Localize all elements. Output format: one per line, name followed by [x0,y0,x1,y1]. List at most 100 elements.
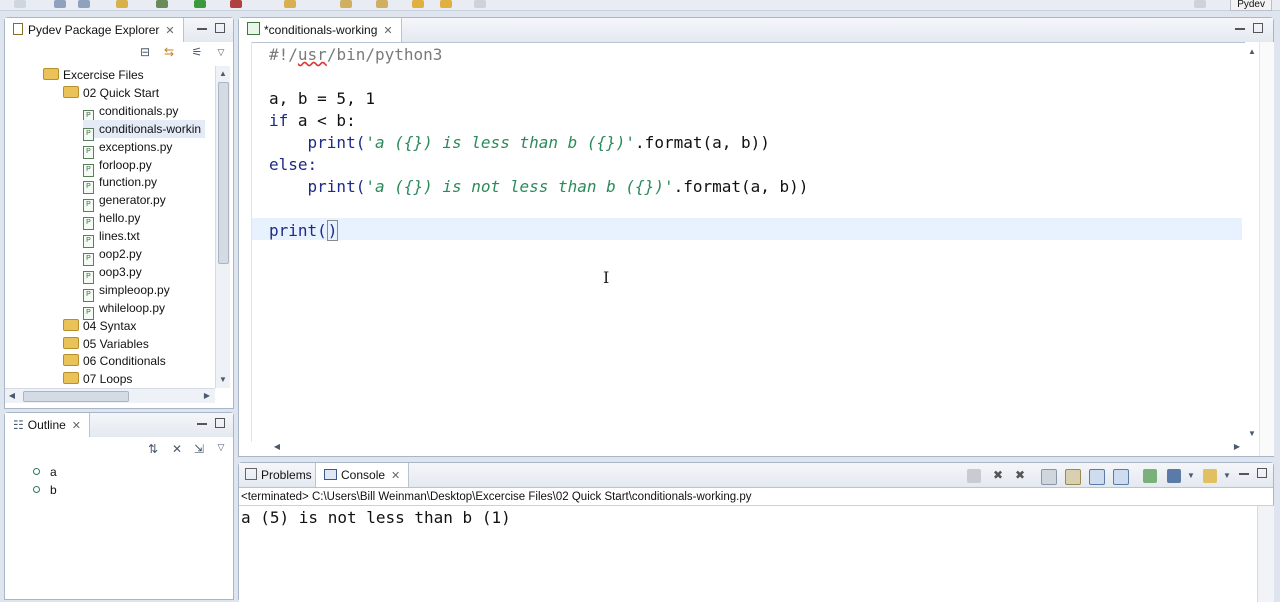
pin-console-icon[interactable] [1143,469,1157,483]
close-icon[interactable]: ✕ [165,25,174,37]
maximize-icon[interactable] [1253,23,1263,33]
link-with-editor-icon[interactable]: ⇆ [163,46,175,58]
minimize-icon[interactable] [1239,471,1249,475]
remove-all-terminated-icon[interactable]: ✖ [1013,469,1027,483]
scroll-left-icon[interactable]: ◀ [6,390,18,402]
editor-vertical-scrollbar[interactable]: ▲ ▼ [1245,42,1259,442]
tree-item-label: oop3.py [99,264,142,279]
scroll-up-icon[interactable]: ▲ [217,68,229,80]
folder-icon [63,336,79,349]
tab-problems[interactable]: Problems [239,463,320,487]
scroll-down-icon[interactable]: ▼ [1246,428,1258,440]
display-console-icon[interactable] [1167,469,1181,483]
outline-item[interactable]: a [33,463,57,481]
next-annotation-icon[interactable] [340,0,352,8]
tree-item-label: exceptions.py [99,139,173,154]
console-output[interactable]: a (5) is not less than b (1) [239,505,1257,602]
tree-folder[interactable]: 06 Conditionals [63,352,170,370]
outline-icon: ☷ [13,418,24,432]
tree-file[interactable]: Pforloop.py [83,156,156,177]
code-if-condition: a < b: [288,111,356,130]
maximize-icon[interactable] [215,418,225,428]
collapse-all-icon[interactable]: ⊟ [139,46,151,58]
chevron-down-icon[interactable]: ▼ [1185,470,1197,482]
close-icon[interactable]: ✕ [72,420,81,432]
tree-item-label: 05 Variables [83,336,149,351]
explorer-hscroll-thumb[interactable] [23,391,129,402]
scroll-right-icon[interactable]: ▶ [1231,441,1243,453]
scroll-left-icon[interactable]: ◀ [271,441,283,453]
open-icon[interactable] [116,0,128,8]
perspective-pydev-button[interactable]: Pydev [1230,0,1272,11]
tree-folder[interactable]: Excercise Files [43,66,148,84]
scroll-lock-icon[interactable] [1065,469,1081,485]
tree-file[interactable]: Phello.py [83,209,144,231]
tab-outline[interactable]: ☷ Outline ✕ [5,413,91,437]
tab-conditionals-working[interactable]: *conditionals-working ✕ [239,18,402,42]
close-icon[interactable]: ✕ [391,470,400,482]
console-vertical-scrollbar[interactable] [1257,505,1274,602]
tree-file[interactable]: Pconditionals-workin [83,119,206,141]
close-icon[interactable]: ✕ [383,25,392,37]
scroll-down-icon[interactable]: ▼ [217,374,229,386]
tree-file[interactable]: Pexceptions.py [83,138,176,159]
open-perspective-icon[interactable] [1194,0,1206,8]
mouse-ibeam-cursor-icon: I [603,268,610,287]
filter-icon[interactable]: ⚟ [191,46,203,58]
tree-folder[interactable]: 07 Loops [63,370,136,386]
tab-pydev-package-explorer[interactable]: Pydev Package Explorer ✕ [5,18,184,42]
view-menu-chevron-down-icon[interactable]: ▽ [215,441,227,453]
scroll-right-icon[interactable]: ▶ [201,390,213,402]
tree-item-label: conditionals-workin [99,121,202,136]
open-console-icon[interactable] [1203,469,1217,483]
tree-folder[interactable]: 02 Quick Start [63,84,163,102]
tree-item-label: lines.txt [99,229,140,244]
show-on-output-icon[interactable] [1113,469,1129,485]
word-wrap-icon[interactable] [1089,469,1105,485]
search-icon[interactable] [284,0,296,8]
view-menu-chevron-down-icon[interactable]: ▽ [215,46,227,58]
tree-folder[interactable]: 05 Variables [63,335,153,353]
explorer-vertical-scrollbar[interactable]: ▲ ▼ [215,66,230,388]
run-icon[interactable] [194,0,206,8]
terminate-icon[interactable] [967,469,981,483]
hide-fields-icon[interactable]: ✕ [171,443,183,455]
clear-console-icon[interactable] [1041,469,1057,485]
tree-item-label: hello.py [99,211,141,226]
explorer-scroll-thumb[interactable] [218,82,229,264]
tree-folder[interactable]: 04 Syntax [63,317,140,335]
debug-icon[interactable] [156,0,168,8]
tree-file[interactable]: Pconditionals.py [83,102,182,123]
new-icon[interactable] [14,0,26,8]
maximize-icon[interactable] [215,23,225,33]
prev-annotation-icon[interactable] [376,0,388,8]
chevron-down-icon[interactable]: ▼ [1221,470,1233,482]
history-icon[interactable] [474,0,486,8]
save-icon[interactable] [54,0,66,8]
editor-horizontal-scrollbar[interactable]: ◀ ▶ [253,440,1247,454]
tree-file[interactable]: Pwhileloop.py [83,299,169,320]
overview-ruler [1259,42,1274,456]
tree-file[interactable]: Poop3.py [83,263,146,284]
code-area[interactable]: #!/usr/bin/python3 a, b = 5, 1 if a < b:… [269,44,1239,444]
sort-icon[interactable]: ⇅ [147,443,159,455]
tree-file[interactable]: Psimpleoop.py [83,281,174,302]
forward-icon[interactable] [440,0,452,8]
minimize-icon[interactable] [1235,26,1245,30]
tree-file[interactable]: Pgenerator.py [83,191,170,213]
scroll-up-icon[interactable]: ▲ [1246,46,1258,58]
minimize-icon[interactable] [197,26,207,30]
tab-console[interactable]: Console ✕ [315,463,410,487]
collapse-icon[interactable]: ⇲ [193,443,205,455]
outline-item[interactable]: b [33,481,57,499]
remove-launch-icon[interactable]: ✖ [991,469,1005,483]
minimize-icon[interactable] [197,421,207,425]
tree-file[interactable]: Plines.txt [83,227,144,249]
tree-file[interactable]: Pfunction.py [83,173,161,195]
external-tools-icon[interactable] [230,0,242,8]
maximize-icon[interactable] [1257,468,1267,478]
print-icon[interactable] [78,0,90,8]
explorer-horizontal-scrollbar[interactable]: ◀ ▶ [5,388,215,403]
tree-file[interactable]: Poop2.py [83,245,146,266]
back-icon[interactable] [412,0,424,8]
